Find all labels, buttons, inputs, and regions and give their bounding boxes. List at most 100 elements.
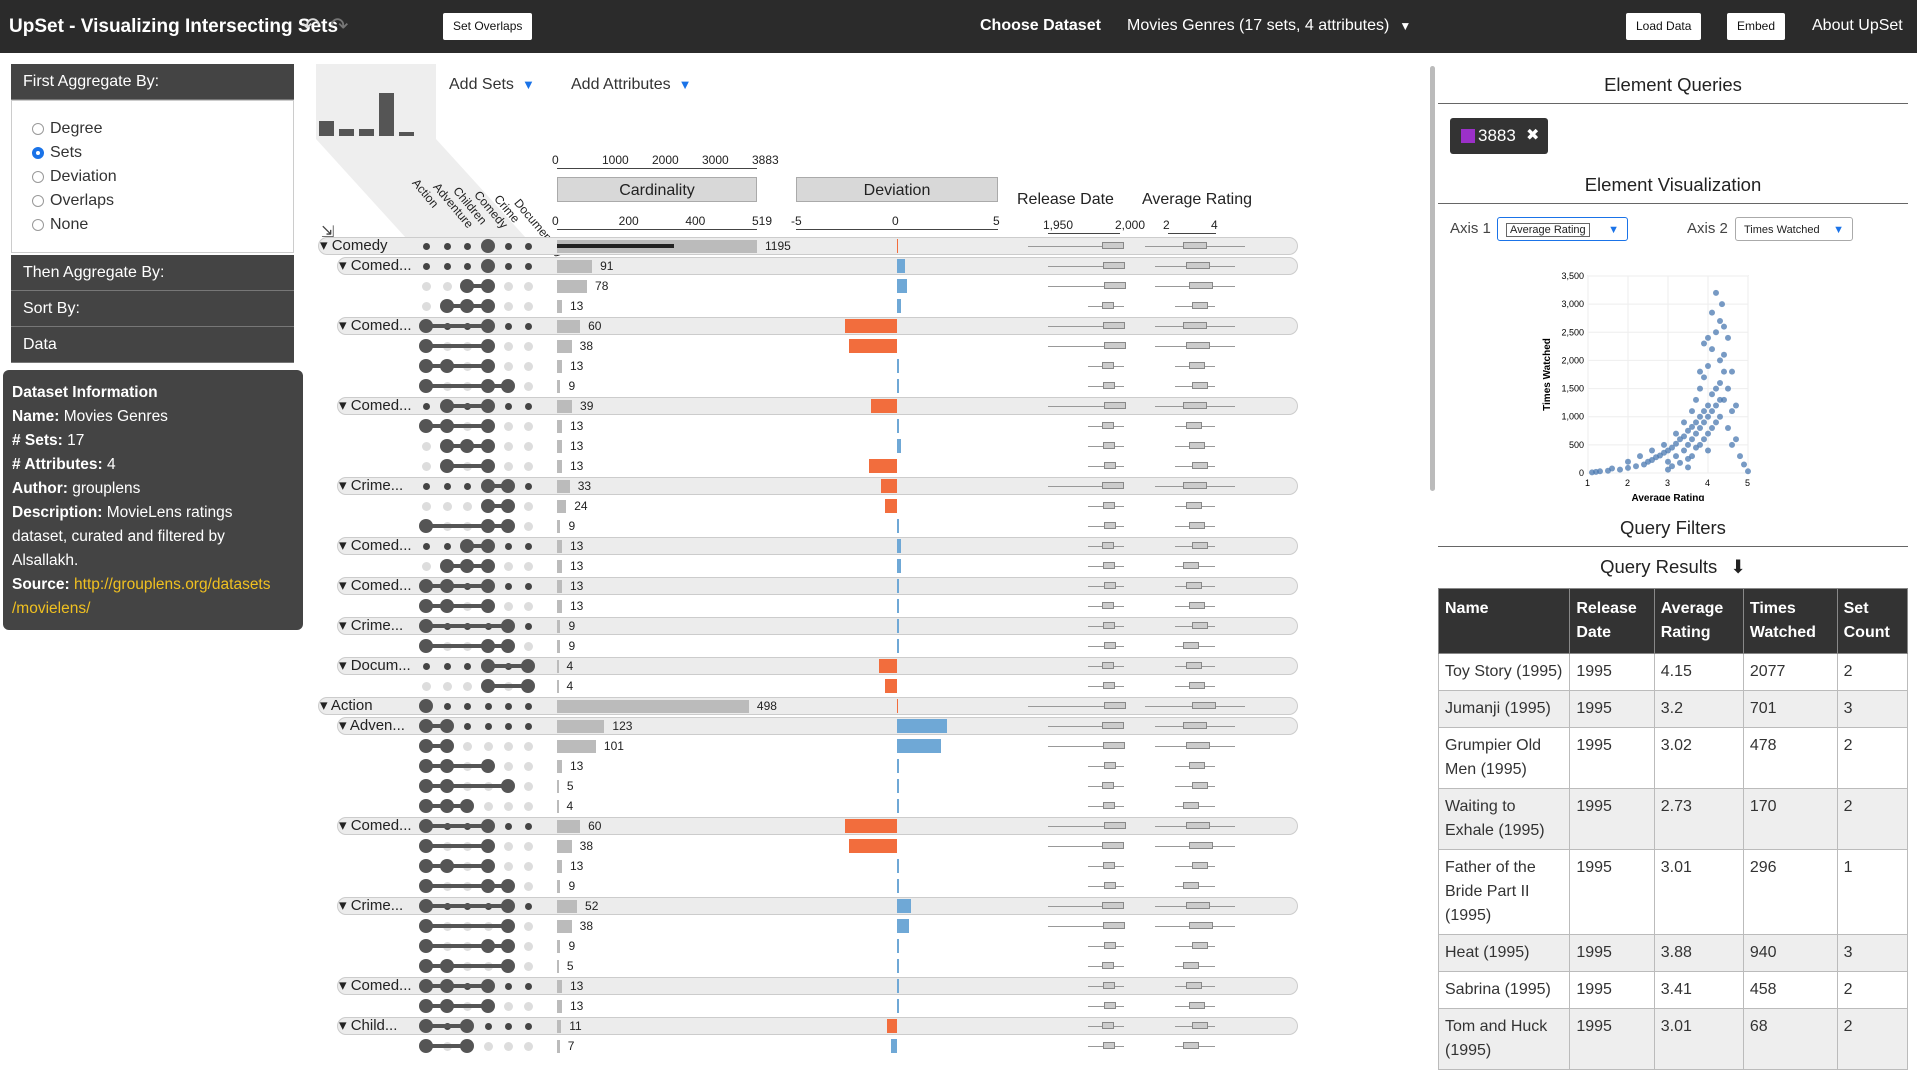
cardinality-bar[interactable] xyxy=(557,980,562,993)
deviation-bar[interactable] xyxy=(849,839,897,853)
cardinality-bar[interactable] xyxy=(557,800,559,813)
deviation-bar[interactable] xyxy=(897,359,899,373)
data-header[interactable]: Data xyxy=(11,327,294,363)
cardinality-bar[interactable] xyxy=(557,540,562,553)
aggregate-option-none[interactable]: None xyxy=(32,213,293,237)
cardinality-bar[interactable] xyxy=(557,860,562,873)
dataset-select[interactable]: Movies Genres (17 sets, 4 attributes) ▼ xyxy=(1127,17,1411,35)
cardinality-bar[interactable] xyxy=(557,500,567,513)
release-date-header[interactable]: Release Date xyxy=(1017,191,1114,209)
deviation-bar[interactable] xyxy=(897,859,899,873)
cardinality-bar[interactable] xyxy=(557,700,749,713)
aggregate-row-label[interactable]: ▾ Comedy xyxy=(320,236,388,254)
cardinality-bar[interactable] xyxy=(557,280,588,293)
deviation-bar[interactable] xyxy=(881,479,897,493)
cardinality-bar[interactable] xyxy=(557,780,559,793)
aggregate-row-label[interactable]: ▾ Crime... xyxy=(339,476,403,494)
deviation-bar[interactable] xyxy=(897,559,901,573)
column-header[interactable]: Set Count xyxy=(1836,588,1909,654)
deviation-bar[interactable] xyxy=(887,1019,897,1033)
cardinality-bar[interactable] xyxy=(557,740,596,753)
deviation-bar[interactable] xyxy=(891,1039,897,1053)
cardinality-bar[interactable] xyxy=(557,720,605,733)
cardinality-bar[interactable] xyxy=(557,460,562,473)
deviation-header[interactable]: Deviation xyxy=(796,177,998,202)
cardinality-bar[interactable] xyxy=(557,1040,560,1053)
about-link[interactable]: About UpSet xyxy=(1812,17,1903,35)
aggregate-option-degree[interactable]: Degree xyxy=(32,117,293,141)
undo-icon[interactable]: ↶ xyxy=(302,13,320,39)
cardinality-header[interactable]: Cardinality xyxy=(557,177,757,202)
cardinality-bar[interactable] xyxy=(557,560,562,573)
load-data-button[interactable]: Load Data xyxy=(1626,13,1702,40)
deviation-bar[interactable] xyxy=(897,439,901,453)
add-sets-button[interactable]: Add Sets ▼ xyxy=(449,76,535,94)
average-rating-header[interactable]: Average Rating xyxy=(1142,191,1252,209)
deviation-bar[interactable] xyxy=(897,779,899,793)
cardinality-bar[interactable] xyxy=(557,320,581,333)
cardinality-bar[interactable] xyxy=(557,940,561,953)
aggregate-row-label[interactable]: ▾ Comed... xyxy=(339,316,412,334)
cardinality-bar[interactable] xyxy=(557,580,562,593)
aggregate-option-overlaps[interactable]: Overlaps xyxy=(32,189,293,213)
deviation-bar[interactable] xyxy=(871,399,897,413)
scatter-plot[interactable]: 1 2 3 4 5 0 500 1,000 1,500 2,000 2,500 3,000 3,500 A… xyxy=(1538,261,1768,501)
deviation-bar[interactable] xyxy=(879,659,897,673)
deviation-bar[interactable] xyxy=(897,919,909,933)
deviation-bar[interactable] xyxy=(897,719,947,733)
aggregate-row-label[interactable]: ▾ Action xyxy=(320,696,373,714)
cardinality-bar[interactable] xyxy=(557,660,559,673)
cardinality-bar[interactable] xyxy=(557,760,562,773)
aggregate-row-label[interactable]: ▾ Comed... xyxy=(339,816,412,834)
column-header[interactable]: Times Watched xyxy=(1742,588,1838,654)
deviation-bar[interactable] xyxy=(897,939,899,953)
cardinality-bar[interactable] xyxy=(557,300,562,313)
deviation-bar[interactable] xyxy=(897,879,899,893)
deviation-bar[interactable] xyxy=(897,739,941,753)
cardinality-bar[interactable] xyxy=(557,260,593,273)
deviation-bar[interactable] xyxy=(897,799,899,813)
deviation-bar[interactable] xyxy=(897,239,898,253)
first-aggregate-header[interactable]: First Aggregate By: xyxy=(11,64,294,100)
aggregate-row-label[interactable]: ▾ Comed... xyxy=(339,976,412,994)
deviation-bar[interactable] xyxy=(897,299,901,313)
aggregate-row-label[interactable]: ▾ Docum... xyxy=(339,656,411,674)
cardinality-bar[interactable] xyxy=(557,880,561,893)
cardinality-bar[interactable] xyxy=(557,360,562,373)
cardinality-bar[interactable] xyxy=(557,820,581,833)
cardinality-bar[interactable] xyxy=(557,840,572,853)
cardinality-bar[interactable] xyxy=(557,900,578,913)
cardinality-bar[interactable] xyxy=(557,600,562,613)
axis2-select[interactable]: Times Watched ▼ xyxy=(1735,217,1853,241)
deviation-bar[interactable] xyxy=(897,619,899,633)
table-row[interactable]: Father of the Bride Part II (1995) 1995 3.… xyxy=(1437,849,1909,935)
deviation-bar[interactable] xyxy=(897,259,905,273)
deviation-bar[interactable] xyxy=(845,319,897,333)
sort-by-header[interactable]: Sort By: xyxy=(11,291,294,327)
deviation-bar[interactable] xyxy=(897,579,899,593)
table-row[interactable]: Jumanji (1995) 1995 3.2 701 3 xyxy=(1437,690,1909,728)
deviation-bar[interactable] xyxy=(897,379,899,393)
deviation-bar[interactable] xyxy=(897,999,899,1013)
aggregate-row-label[interactable]: ▾ Child... xyxy=(339,1016,397,1034)
table-row[interactable]: Heat (1995) 1995 3.88 940 3 xyxy=(1437,934,1909,972)
cardinality-bar[interactable] xyxy=(557,960,559,973)
redo-icon[interactable]: ↷ xyxy=(330,13,348,39)
aggregate-row-bg[interactable] xyxy=(337,717,1298,735)
cardinality-bar[interactable] xyxy=(557,1020,562,1033)
column-header[interactable]: Release Date xyxy=(1569,588,1655,654)
aggregate-row-label[interactable]: ▾ Comed... xyxy=(339,536,412,554)
deviation-bar[interactable] xyxy=(897,899,911,913)
add-attributes-button[interactable]: Add Attributes ▼ xyxy=(571,76,692,94)
deviation-bar[interactable] xyxy=(897,959,899,973)
table-row[interactable]: Tom and Huck (1995) 1995 3.01 68 2 xyxy=(1437,1008,1909,1070)
deviation-bar[interactable] xyxy=(897,419,899,433)
table-row[interactable]: Sabrina (1995) 1995 3.41 458 2 xyxy=(1437,971,1909,1009)
close-icon[interactable]: ✖ xyxy=(1526,118,1539,154)
deviation-bar[interactable] xyxy=(897,599,899,613)
ds-source-link[interactable]: http://grouplens.org/datasets xyxy=(74,576,270,593)
deviation-bar[interactable] xyxy=(897,979,899,993)
deviation-bar[interactable] xyxy=(869,459,897,473)
cardinality-bar[interactable] xyxy=(557,380,561,393)
set-overlaps-button[interactable]: Set Overlaps xyxy=(443,13,533,40)
